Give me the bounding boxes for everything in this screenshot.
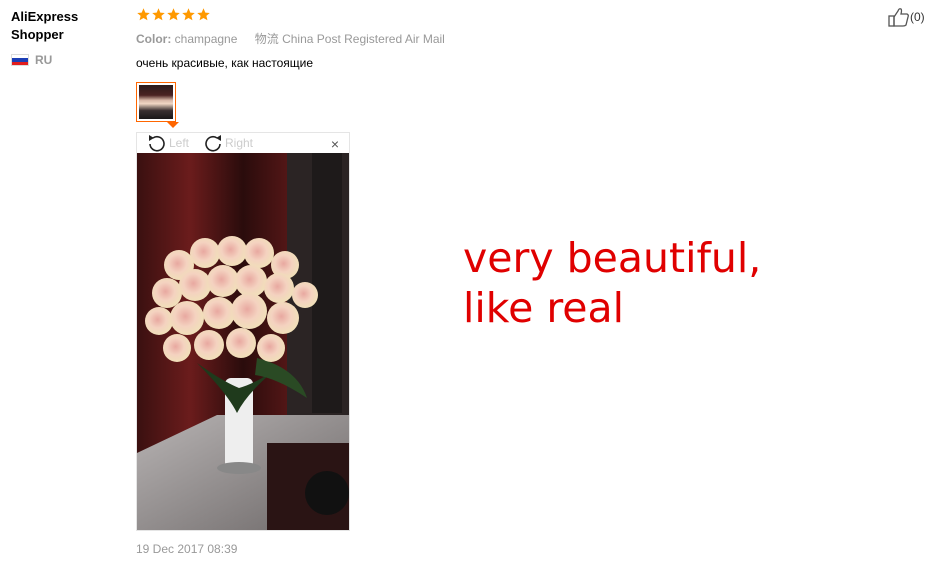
photo-viewer-toolbar: Left Right × — [137, 133, 349, 153]
thumbs-up-icon — [888, 8, 909, 27]
window-frame — [312, 153, 342, 413]
speaker-object — [305, 471, 349, 515]
rotate-right-button[interactable]: Right — [203, 134, 253, 152]
photo-viewer: Left Right × — [136, 132, 350, 531]
review-text: очень красивые, как настоящие — [136, 56, 314, 70]
star-icon — [137, 8, 150, 21]
order-info: Color: champagne 物流 China Post Registere… — [136, 30, 445, 47]
rotate-right-label: Right — [225, 136, 254, 150]
close-viewer-button[interactable]: × — [331, 136, 339, 152]
reviewer-country: RU — [11, 53, 52, 67]
rotate-left-icon — [149, 135, 165, 152]
star-icon — [167, 8, 180, 21]
russia-flag-icon — [11, 54, 29, 66]
translation-annotation: very beautiful, like real — [463, 234, 762, 332]
review-photo-thumbnail[interactable] — [136, 82, 176, 122]
vase-base — [217, 462, 261, 474]
review-date: 19 Dec 2017 08:39 — [136, 542, 238, 556]
logistics-value: China Post Registered Air Mail — [282, 32, 445, 46]
rotate-right-icon — [205, 135, 221, 152]
star-rating — [136, 7, 211, 22]
logistics-icon: 物流 — [254, 32, 279, 46]
star-icon — [182, 8, 195, 21]
reviewer-name: AliExpress Shopper — [11, 9, 79, 42]
thumbnail-selected-caret — [167, 122, 179, 128]
rotate-left-button[interactable]: Left — [147, 134, 189, 152]
helpful-count: (0) — [910, 10, 925, 24]
rotate-left-label: Left — [169, 136, 190, 150]
color-value: champagne — [174, 32, 238, 46]
helpful-button[interactable]: (0) — [888, 7, 925, 27]
country-code: RU — [35, 53, 53, 67]
thumbnail-image — [139, 85, 173, 119]
star-icon — [197, 8, 210, 21]
review-photo — [137, 153, 349, 530]
star-icon — [152, 8, 165, 21]
color-label: Color: — [136, 32, 172, 46]
